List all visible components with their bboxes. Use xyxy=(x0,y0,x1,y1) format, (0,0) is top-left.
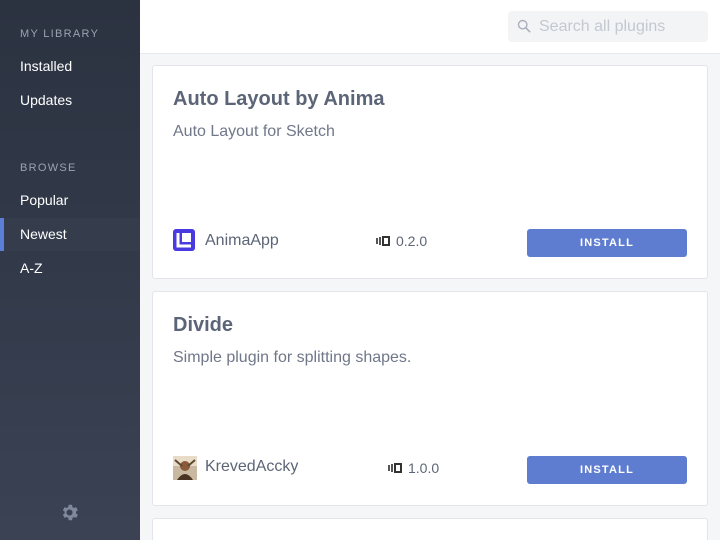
search-icon xyxy=(517,19,531,33)
plugin-description: Simple plugin for splitting shapes. xyxy=(173,349,412,366)
install-button[interactable]: INSTALL xyxy=(527,229,687,257)
plugin-description: Auto Layout for Sketch xyxy=(173,123,335,140)
plugin-author[interactable]: KrevedAccky xyxy=(205,458,298,476)
plugin-version: 1.0.0 xyxy=(408,460,440,476)
search-box[interactable] xyxy=(508,11,708,42)
plugin-card: Divide Simple plugin for splitting shape… xyxy=(152,291,708,506)
gear-icon[interactable] xyxy=(59,502,80,523)
plugin-title[interactable]: Divide xyxy=(173,314,233,337)
search-input[interactable] xyxy=(539,11,704,42)
plugin-card: Auto Layout by Anima Auto Layout for Ske… xyxy=(152,65,708,279)
sidebar-item-newest[interactable]: Newest xyxy=(0,218,140,251)
section-title-my-library: MY LIBRARY xyxy=(20,28,100,40)
sidebar-item-installed[interactable]: Installed xyxy=(0,50,140,83)
plugin-author[interactable]: AnimaApp xyxy=(205,232,279,250)
user-photo-icon xyxy=(173,456,197,480)
plugin-card xyxy=(152,518,708,540)
version-icon xyxy=(388,463,402,473)
top-bar xyxy=(140,0,720,54)
section-title-browse: BROWSE xyxy=(20,162,77,174)
plugin-title[interactable]: Auto Layout by Anima xyxy=(173,88,384,111)
anima-logo-icon xyxy=(173,229,195,251)
sidebar: MY LIBRARY Installed Updates BROWSE Popu… xyxy=(0,0,140,540)
version-icon xyxy=(376,236,390,246)
sidebar-item-popular[interactable]: Popular xyxy=(0,184,140,217)
install-button[interactable]: INSTALL xyxy=(527,456,687,484)
plugin-version: 0.2.0 xyxy=(396,233,428,249)
sidebar-item-updates[interactable]: Updates xyxy=(0,84,140,117)
sidebar-item-a-z[interactable]: A-Z xyxy=(0,252,140,285)
